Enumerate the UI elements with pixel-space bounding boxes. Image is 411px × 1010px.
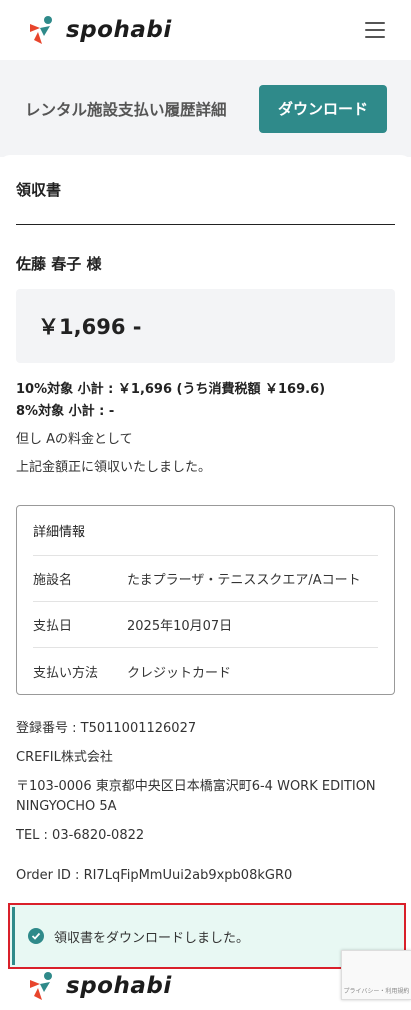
download-button[interactable]: ダウンロード: [259, 84, 387, 133]
logo-mark-icon: [30, 16, 52, 44]
page-title: レンタル施設支払い履歴詳細: [25, 100, 227, 119]
logo-mark-icon: [30, 972, 52, 1000]
recaptcha-badge[interactable]: プライバシー・利用規約: [341, 950, 411, 1000]
detail-key: 支払日: [33, 619, 73, 634]
logo-text: spohabi: [66, 17, 172, 43]
detail-value: 2025年10月07日: [127, 619, 233, 634]
details-box: 詳細情報 施設名 たまプラーザ・テニススクエア/Aコート 支払日 2025年10…: [16, 505, 395, 695]
registration-number: 登録番号 : T5011001126027: [16, 721, 197, 736]
check-circle-icon: [28, 928, 44, 944]
amount-box: ￥1,696 -: [16, 289, 395, 363]
title-bar: レンタル施設支払い履歴詳細 ダウンロード: [0, 60, 411, 157]
company-tel: TEL : 03-6820-0822: [16, 828, 145, 843]
receipt-card: 領収書 佐藤 春子 様 ￥1,696 - 10%対象 小計 : ￥1,696 (…: [0, 155, 411, 883]
company-address: 〒103-0006 東京都中央区日本橋富沢町6-4 WORK EDITION N…: [16, 779, 376, 814]
company-info: 登録番号 : T5011001126027 CREFIL株式会社 〒103-00…: [16, 719, 395, 846]
toast-message: 領収書をダウンロードしました。: [54, 930, 250, 946]
amount-value: ￥1,696 -: [38, 315, 142, 339]
logo-text: spohabi: [66, 973, 172, 999]
receipt-heading: 領収書: [16, 155, 395, 225]
tax-10-line: 10%対象 小計 : ￥1,696 (うち消費税額 ￥169.6): [16, 382, 326, 397]
detail-key: 施設名: [33, 573, 73, 588]
detail-row-date: 支払日 2025年10月07日: [33, 602, 378, 648]
detail-key: 支払い方法: [33, 665, 99, 681]
details-title: 詳細情報: [33, 506, 378, 556]
spohabi-logo[interactable]: spohabi: [26, 14, 172, 46]
tax-8-line: 8%対象 小計 : -: [16, 404, 115, 419]
recaptcha-text: プライバシー・利用規約: [343, 988, 410, 995]
detail-value: たまプラーザ・テニススクエア/Aコート: [127, 573, 361, 588]
detail-row-method: 支払い方法 クレジットカード: [33, 648, 378, 694]
receipt-confirmation: 上記金額正に領収いたしました。: [16, 460, 212, 475]
company-name: CREFIL株式会社: [16, 750, 113, 765]
recipient-name: 佐藤 春子 様: [16, 255, 102, 273]
detail-row-facility: 施設名 たまプラーザ・テニススクエア/Aコート: [33, 556, 378, 602]
top-header: spohabi: [0, 0, 411, 60]
receipt-note: 但し Aの料金として: [16, 432, 133, 447]
hamburger-menu-icon[interactable]: [365, 22, 385, 38]
detail-value: クレジットカード: [127, 665, 232, 681]
order-id: Order ID : RI7LqFipMmUui2ab9xpb08kGR0: [16, 868, 293, 883]
footer-logo[interactable]: spohabi: [26, 970, 172, 1002]
